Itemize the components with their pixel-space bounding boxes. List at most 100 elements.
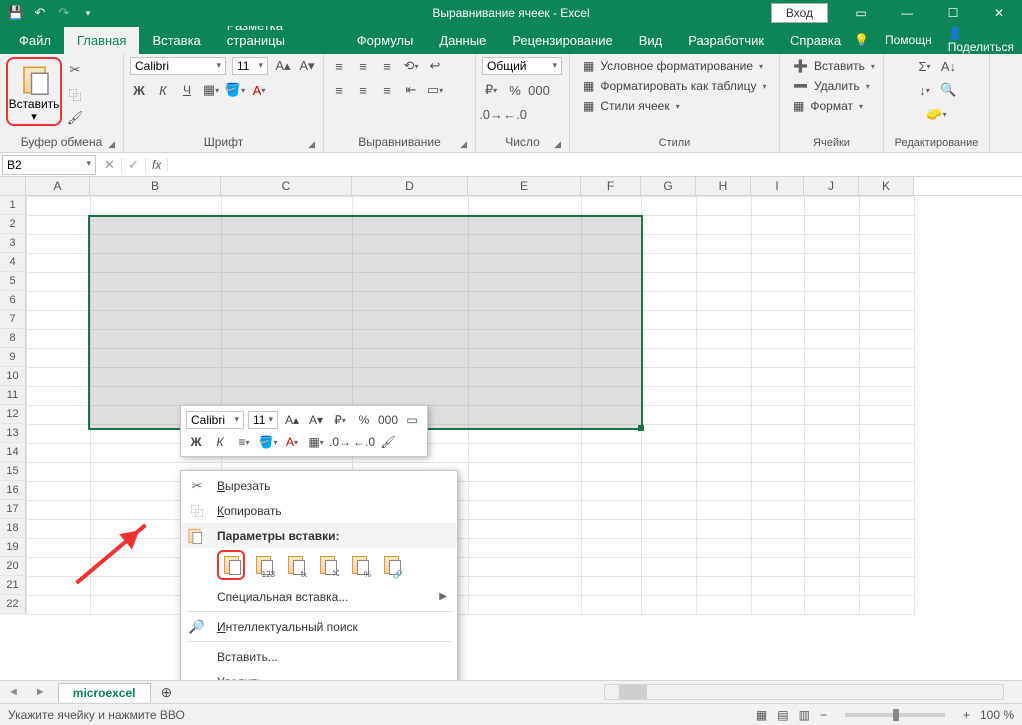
- cell[interactable]: [860, 349, 915, 368]
- align-top-icon[interactable]: ≡: [330, 57, 348, 75]
- cell[interactable]: [642, 463, 697, 482]
- cell[interactable]: [27, 501, 91, 520]
- cell[interactable]: [752, 482, 805, 501]
- row-header[interactable]: 20: [0, 557, 26, 576]
- cell[interactable]: [752, 235, 805, 254]
- mini-color-icon[interactable]: A: [282, 432, 302, 452]
- cell[interactable]: [27, 520, 91, 539]
- cell[interactable]: [469, 463, 582, 482]
- mini-decrease-font-icon[interactable]: A▾: [306, 410, 326, 430]
- align-left-icon[interactable]: ≡: [330, 81, 348, 99]
- mini-painter-icon[interactable]: 🖌: [378, 432, 398, 452]
- cell[interactable]: [582, 558, 642, 577]
- cell[interactable]: [27, 387, 91, 406]
- cell[interactable]: [642, 406, 697, 425]
- mini-comma-icon[interactable]: 000: [378, 410, 398, 430]
- paste-option-all[interactable]: [217, 550, 245, 580]
- cell[interactable]: [752, 444, 805, 463]
- row-header[interactable]: 14: [0, 443, 26, 462]
- wrap-text-icon[interactable]: ↩: [426, 57, 444, 75]
- column-header[interactable]: B: [90, 177, 221, 195]
- cell[interactable]: [642, 558, 697, 577]
- cell[interactable]: [27, 273, 91, 292]
- row-header[interactable]: 10: [0, 367, 26, 386]
- mini-align-icon[interactable]: ≡: [234, 432, 254, 452]
- comma-icon[interactable]: 000: [530, 81, 548, 99]
- align-center-icon[interactable]: ≡: [354, 81, 372, 99]
- cell[interactable]: [752, 349, 805, 368]
- ctx-delete[interactable]: Удалить...: [181, 669, 457, 680]
- cell[interactable]: [752, 577, 805, 596]
- cell[interactable]: [697, 482, 752, 501]
- decrease-decimal-icon[interactable]: ←.0: [506, 105, 524, 123]
- cell[interactable]: [805, 311, 860, 330]
- cell[interactable]: [697, 387, 752, 406]
- qat-customize-icon[interactable]: ▾: [80, 5, 96, 21]
- tab-view[interactable]: Вид: [626, 27, 676, 54]
- redo-icon[interactable]: ↷: [56, 5, 72, 21]
- mini-currency-icon[interactable]: ₽: [330, 410, 350, 430]
- cell[interactable]: [860, 539, 915, 558]
- launcher-icon[interactable]: ◢: [460, 139, 467, 150]
- name-box[interactable]: B2: [2, 155, 96, 175]
- cell[interactable]: [697, 311, 752, 330]
- cell[interactable]: [860, 235, 915, 254]
- cell[interactable]: [805, 197, 860, 216]
- zoom-in-icon[interactable]: +: [963, 708, 970, 722]
- ctx-smart-lookup[interactable]: 🔎Интеллектуальный поиск: [181, 614, 457, 639]
- launcher-icon[interactable]: ◢: [554, 139, 561, 150]
- column-header[interactable]: K: [859, 177, 914, 195]
- launcher-icon[interactable]: ◢: [308, 139, 315, 150]
- cell[interactable]: [752, 216, 805, 235]
- cell[interactable]: [582, 577, 642, 596]
- enter-formula-icon[interactable]: ✓: [122, 157, 146, 173]
- currency-icon[interactable]: ₽: [482, 81, 500, 99]
- cell[interactable]: [752, 596, 805, 615]
- row-header[interactable]: 19: [0, 538, 26, 557]
- cell[interactable]: [697, 558, 752, 577]
- row-header[interactable]: 15: [0, 462, 26, 481]
- worksheet-grid[interactable]: ABCDEFGHIJK 1234567891011121314151617181…: [0, 177, 1022, 680]
- cell[interactable]: [27, 311, 91, 330]
- cell[interactable]: [27, 368, 91, 387]
- bold-icon[interactable]: Ж: [130, 81, 148, 99]
- normal-view-icon[interactable]: ▦: [756, 708, 767, 722]
- cell[interactable]: [697, 425, 752, 444]
- tab-insert[interactable]: Вставка: [139, 27, 213, 54]
- zoom-level[interactable]: 100 %: [980, 708, 1014, 722]
- cell[interactable]: [805, 235, 860, 254]
- cell[interactable]: [805, 330, 860, 349]
- tab-review[interactable]: Рецензирование: [499, 27, 625, 54]
- tab-help[interactable]: Справка: [777, 27, 854, 54]
- cell[interactable]: [805, 444, 860, 463]
- save-icon[interactable]: 💾: [8, 5, 24, 21]
- mini-fill-icon[interactable]: 🪣: [258, 432, 278, 452]
- cell[interactable]: [860, 254, 915, 273]
- paste-option-formatting[interactable]: %: [345, 550, 373, 580]
- cell[interactable]: [697, 368, 752, 387]
- sort-icon[interactable]: A↓: [940, 57, 958, 75]
- cell[interactable]: [860, 520, 915, 539]
- cell[interactable]: [860, 444, 915, 463]
- cell[interactable]: [91, 197, 222, 216]
- cell[interactable]: [27, 254, 91, 273]
- format-painter-icon[interactable]: 🖌: [66, 109, 84, 127]
- mini-border-icon[interactable]: ▦: [306, 432, 326, 452]
- cell[interactable]: [27, 406, 91, 425]
- increase-font-icon[interactable]: A▴: [274, 57, 292, 75]
- cell[interactable]: [642, 482, 697, 501]
- cell[interactable]: [805, 577, 860, 596]
- cell[interactable]: [642, 501, 697, 520]
- cell[interactable]: [697, 349, 752, 368]
- fill-color-icon[interactable]: 🪣: [226, 81, 244, 99]
- cell[interactable]: [469, 558, 582, 577]
- cell[interactable]: [805, 596, 860, 615]
- cell[interactable]: [805, 216, 860, 235]
- cell[interactable]: [642, 539, 697, 558]
- cell[interactable]: [469, 444, 582, 463]
- page-break-view-icon[interactable]: ▥: [799, 708, 810, 722]
- row-header[interactable]: 21: [0, 576, 26, 595]
- cell[interactable]: [752, 292, 805, 311]
- align-bottom-icon[interactable]: ≡: [378, 57, 396, 75]
- cell[interactable]: [860, 197, 915, 216]
